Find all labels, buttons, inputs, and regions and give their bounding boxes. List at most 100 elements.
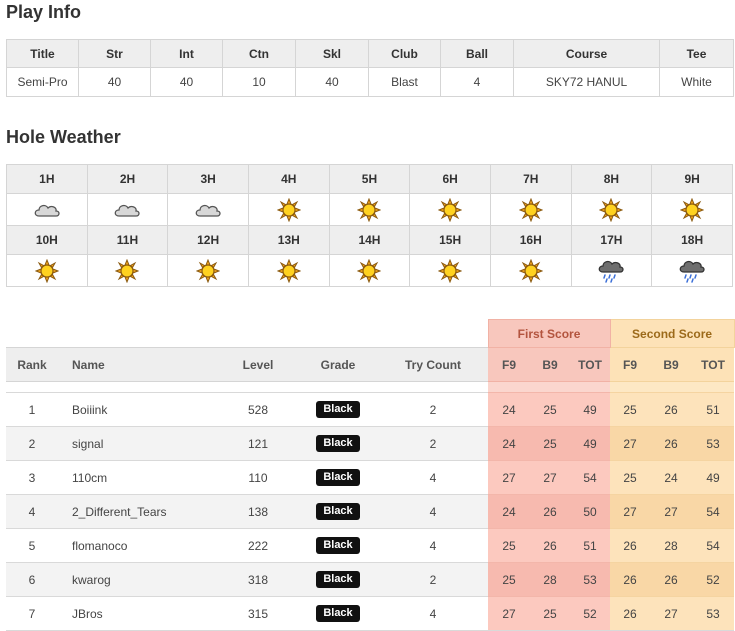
play-info-value-ball: 4	[440, 67, 514, 97]
table-row: 7 JBros 315 Black 4 27 25 52 26 27 53	[6, 596, 735, 631]
player-name: signal	[58, 426, 218, 461]
play-info-header-course: Course	[513, 39, 660, 68]
table-row: 4 2_Different_Tears 138 Black 4 24 26 50 27 27 54	[6, 494, 735, 529]
first-score-tot: 50	[570, 494, 611, 529]
sun-icon	[410, 258, 490, 283]
play-info-value-int: 40	[150, 67, 223, 97]
second-score-f9: 26	[610, 562, 651, 597]
table-row: 1 Boiiink 528 Black 2 24 25 49 25 26 51	[6, 392, 735, 427]
first-score-b9: 26	[530, 494, 571, 529]
hole-weather-cell	[247, 254, 330, 287]
ranking-table: First Score Second Score Rank Name Level Gr…	[6, 319, 735, 631]
rain-cloud-icon	[572, 259, 652, 283]
hole-label: 1H	[6, 164, 88, 194]
grade-badge: Black	[316, 605, 360, 622]
hole-weather-cell	[651, 193, 733, 226]
play-info-header-skl: Skl	[295, 39, 369, 68]
second-score-tot: 54	[692, 528, 735, 563]
second-score-tot: 51	[692, 392, 735, 427]
play-info-header-club: Club	[368, 39, 441, 68]
grade-cell: Black	[298, 562, 378, 597]
play-info-header-str: Str	[78, 39, 151, 68]
sun-icon	[249, 258, 329, 283]
first-score-tot: 53	[570, 562, 611, 597]
hole-weather-cell	[489, 254, 572, 287]
second-score-f9: 25	[610, 392, 651, 427]
table-row: 3 110cm 110 Black 4 27 27 54 25 24 49	[6, 460, 735, 495]
sun-icon	[330, 197, 410, 222]
first-score-b9: 25	[530, 596, 571, 631]
grade-badge: Black	[316, 435, 360, 452]
second-score-tot: 49	[692, 460, 735, 495]
player-name: 110cm	[58, 460, 218, 495]
second-score-f9: 27	[610, 426, 651, 461]
sun-icon	[7, 258, 87, 283]
hole-weather-table: 1H 2H 3H 4H 5H 6H 7H 8H 9H 10H 11H 12H 13H 14H 15H 16H…	[6, 164, 733, 287]
player-name: Boiiink	[58, 392, 218, 427]
second-score-tot: 54	[692, 494, 735, 529]
level-value: 121	[218, 426, 298, 461]
player-name: 2_Different_Tears	[58, 494, 218, 529]
sun-icon	[88, 258, 168, 283]
player-name: kwarog	[58, 562, 218, 597]
level-value: 315	[218, 596, 298, 631]
first-score-header: First Score	[487, 319, 611, 348]
second-score-header: Second Score	[609, 319, 735, 348]
grade-cell: Black	[298, 460, 378, 495]
grade-cell: Black	[298, 596, 378, 631]
play-info-value-club: Blast	[368, 67, 441, 97]
cloud-icon	[168, 201, 248, 219]
try-count-value: 2	[378, 562, 489, 597]
try-count-value: 2	[378, 426, 489, 461]
rank-value: 1	[6, 392, 58, 427]
second-score-tot: 52	[692, 562, 735, 597]
play-info-value-skl: 40	[295, 67, 369, 97]
table-row: 6 kwarog 318 Black 2 25 28 53 26 26 52	[6, 562, 735, 597]
second-score-b9: 24	[650, 460, 693, 495]
hole-label: 13H	[247, 225, 330, 255]
first-score-b9: 25	[530, 392, 571, 427]
first-score-tot: 54	[570, 460, 611, 495]
hole-label: 2H	[86, 164, 169, 194]
play-info-value-title: Semi-Pro	[6, 67, 79, 97]
rank-value: 7	[6, 596, 58, 631]
first-score-b9: 28	[530, 562, 571, 597]
hole-label: 8H	[570, 164, 653, 194]
column-header-try-count: Try Count	[378, 347, 489, 382]
first-score-f9: 24	[488, 426, 531, 461]
hole-label: 17H	[570, 225, 653, 255]
hole-weather-cell	[409, 254, 491, 287]
try-count-value: 4	[378, 460, 489, 495]
first-score-f9: 25	[488, 562, 531, 597]
play-info-header-title: Title	[6, 39, 79, 68]
play-info-header-tee: Tee	[659, 39, 734, 68]
try-count-value: 4	[378, 528, 489, 563]
grade-badge: Black	[316, 469, 360, 486]
sun-icon	[410, 197, 490, 222]
sun-icon	[652, 197, 732, 222]
hole-label: 5H	[328, 164, 411, 194]
rank-value: 6	[6, 562, 58, 597]
hole-weather-cell	[6, 254, 88, 287]
column-header-rank: Rank	[6, 347, 58, 382]
level-value: 110	[218, 460, 298, 495]
play-info-value-tee: White	[659, 67, 734, 97]
play-info-value-str: 40	[78, 67, 151, 97]
hole-label: 12H	[167, 225, 249, 255]
hole-weather-cell	[167, 254, 249, 287]
first-score-f9: 25	[488, 528, 531, 563]
level-value: 528	[218, 392, 298, 427]
hole-label: 11H	[86, 225, 169, 255]
second-score-b9: 28	[650, 528, 693, 563]
grade-badge: Black	[316, 571, 360, 588]
column-header-level: Level	[218, 347, 298, 382]
player-name: flomanoco	[58, 528, 218, 563]
column-header-first-b9: B9	[530, 347, 571, 382]
hole-label: 10H	[6, 225, 88, 255]
hole-label: 16H	[489, 225, 572, 255]
hole-weather-cell	[328, 254, 411, 287]
hole-label: 7H	[489, 164, 572, 194]
play-info-value-course: SKY72 HANUL	[513, 67, 660, 97]
hole-weather-cell	[489, 193, 572, 226]
first-score-tot: 52	[570, 596, 611, 631]
